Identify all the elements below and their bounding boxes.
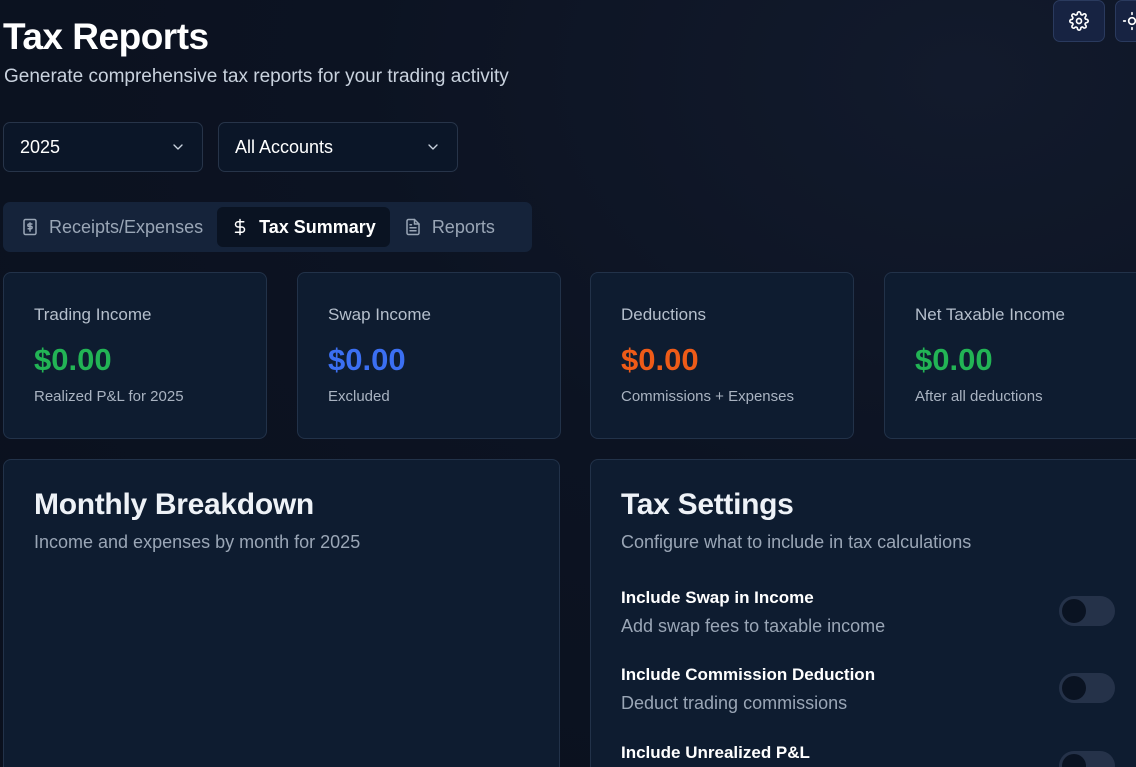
- net-taxable-income-card: Net Taxable Income $0.00 After all deduc…: [884, 272, 1136, 439]
- year-select[interactable]: 2025: [3, 122, 203, 172]
- toggle-knob: [1062, 599, 1086, 623]
- deductions-card: Deductions $0.00 Commissions + Expenses: [590, 272, 854, 439]
- stat-value: $0.00: [34, 342, 112, 377]
- setting-label: Include Commission Deduction: [621, 665, 876, 684]
- stat-label: Deductions: [621, 305, 707, 324]
- page-title: Tax Reports: [3, 16, 209, 57]
- setting-label: Include Unrealized P&L: [621, 743, 810, 762]
- settings-button[interactable]: [1053, 0, 1105, 42]
- stat-sub: Excluded: [328, 388, 390, 405]
- stat-sub: After all deductions: [915, 388, 1043, 405]
- tax-settings-panel: Tax Settings Configure what to include i…: [590, 459, 1136, 767]
- page-subtitle: Generate comprehensive tax reports for y…: [4, 66, 509, 87]
- toggle-knob: [1062, 676, 1086, 700]
- stat-label: Swap Income: [328, 305, 431, 324]
- stat-value: $0.00: [621, 342, 699, 377]
- stat-sub: Commissions + Expenses: [621, 388, 794, 405]
- panel-subtitle: Income and expenses by month for 2025: [34, 532, 361, 552]
- stat-sub: Realized P&L for 2025: [34, 388, 184, 405]
- toggle-knob: [1062, 754, 1086, 767]
- swap-income-card: Swap Income $0.00 Excluded: [297, 272, 561, 439]
- tab-receipts-expenses[interactable]: Receipts/Expenses: [7, 207, 217, 247]
- chevron-down-icon: [428, 144, 438, 150]
- setting-include-commission: Include Commission Deduction Deduct trad…: [621, 665, 1115, 714]
- stat-value: $0.00: [328, 342, 406, 377]
- stat-value: $0.00: [915, 342, 993, 377]
- trading-income-card: Trading Income $0.00 Realized P&L for 20…: [3, 272, 267, 439]
- gear-icon: [1069, 11, 1089, 31]
- setting-desc: Add swap fees to taxable income: [621, 616, 886, 636]
- sun-icon: [1122, 11, 1136, 31]
- setting-desc: Deduct trading commissions: [621, 693, 848, 713]
- tab-reports[interactable]: Reports: [390, 207, 509, 247]
- document-icon: [406, 218, 420, 236]
- tab-receipts-expenses-label: Receipts/Expenses: [49, 216, 204, 237]
- monthly-breakdown-panel: Monthly Breakdown Income and expenses by…: [3, 459, 560, 767]
- setting-label: Include Swap in Income: [621, 588, 814, 607]
- panel-subtitle: Configure what to include in tax calcula…: [621, 532, 972, 552]
- panel-title: Tax Settings: [621, 488, 794, 521]
- stat-label: Net Taxable Income: [915, 305, 1065, 324]
- include-commission-toggle[interactable]: [1059, 673, 1115, 703]
- theme-button[interactable]: [1115, 0, 1136, 42]
- include-swap-toggle[interactable]: [1059, 596, 1115, 626]
- stat-label: Trading Income: [34, 305, 152, 324]
- report-tabs: Receipts/Expenses Tax Summary Reports: [3, 202, 532, 252]
- setting-include-unrealized: Include Unrealized P&L: [621, 743, 1115, 767]
- dollar-icon: [234, 218, 246, 236]
- account-select[interactable]: All Accounts: [218, 122, 458, 172]
- tab-reports-label: Reports: [431, 216, 495, 237]
- chevron-down-icon: [173, 144, 183, 150]
- receipt-icon: [23, 218, 37, 236]
- account-select-value: All Accounts: [235, 136, 334, 157]
- year-select-value: 2025: [20, 136, 61, 157]
- tab-tax-summary[interactable]: Tax Summary: [217, 207, 390, 247]
- panel-title: Monthly Breakdown: [34, 488, 314, 521]
- include-unrealized-toggle[interactable]: [1059, 751, 1115, 767]
- setting-include-swap: Include Swap in Income Add swap fees to …: [621, 588, 1115, 637]
- tab-tax-summary-label: Tax Summary: [259, 216, 376, 237]
